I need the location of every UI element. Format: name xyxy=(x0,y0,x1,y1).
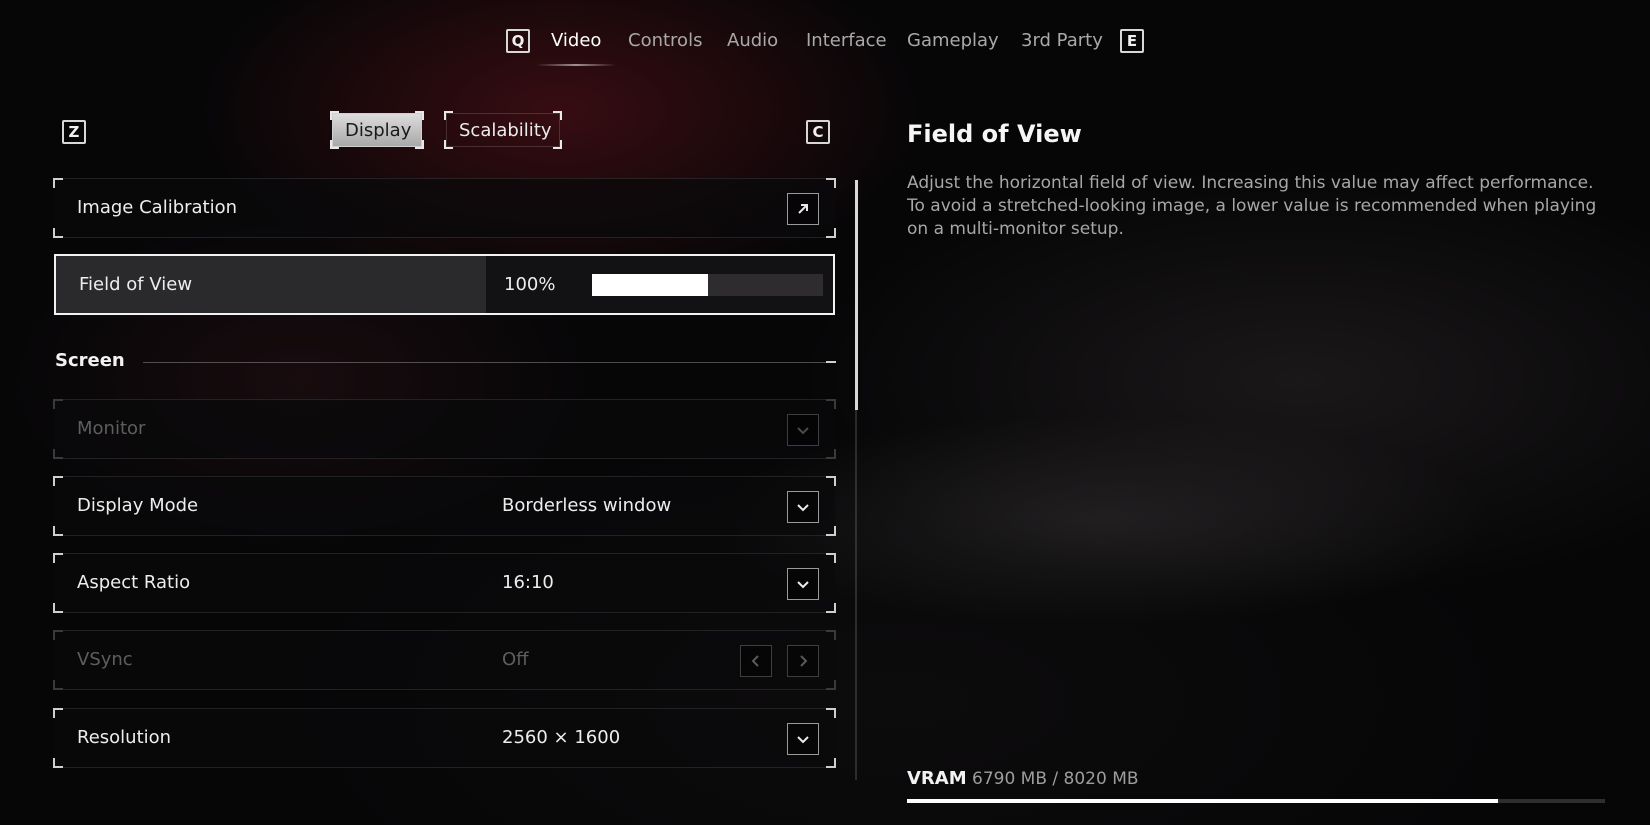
fov-slider-fill xyxy=(592,274,708,296)
setting-aspect-ratio[interactable]: Aspect Ratio 16:10 xyxy=(53,553,836,613)
section-title-screen: Screen xyxy=(55,350,125,371)
corner-mark xyxy=(53,399,63,409)
corner-mark xyxy=(53,603,63,613)
tab-controls[interactable]: Controls xyxy=(628,30,702,51)
resolution-value: 2560 × 1600 xyxy=(502,727,621,748)
vram-label: VRAM xyxy=(907,768,967,789)
setting-label: Resolution xyxy=(77,727,172,748)
corner-mark xyxy=(53,449,63,459)
settings-scrollbar-thumb[interactable] xyxy=(855,180,858,410)
corner-mark xyxy=(826,476,836,486)
vram-usage-fill xyxy=(907,799,1498,803)
corner-mark xyxy=(826,399,836,409)
setting-label: Display Mode xyxy=(77,495,199,516)
subtab-scalability-label: Scalability xyxy=(459,120,552,141)
q-key-hint[interactable]: Q xyxy=(506,29,530,53)
setting-display-mode[interactable]: Display Mode Borderless window xyxy=(53,476,836,536)
corner-mark xyxy=(330,111,339,120)
section-divider xyxy=(143,362,835,363)
z-key-hint[interactable]: Z xyxy=(62,120,86,144)
corner-mark xyxy=(53,526,63,536)
vsync-prev-button xyxy=(740,645,772,677)
corner-mark xyxy=(826,603,836,613)
tab-video[interactable]: Video xyxy=(551,30,601,51)
setting-label: Monitor xyxy=(77,418,146,439)
tab-audio[interactable]: Audio xyxy=(727,30,778,51)
fov-value: 100% xyxy=(504,274,556,295)
settings-screen: Q Video Controls Audio Interface Gamepla… xyxy=(0,0,1650,825)
aspect-ratio-value: 16:10 xyxy=(502,572,554,593)
subtab-display-label: Display xyxy=(345,120,412,141)
corner-mark xyxy=(53,476,63,486)
corner-mark xyxy=(826,630,836,640)
corner-mark xyxy=(826,449,836,459)
setting-monitor: Monitor xyxy=(53,399,836,459)
corner-mark xyxy=(553,111,562,120)
open-calibration-button[interactable] xyxy=(787,193,819,225)
setting-image-calibration[interactable]: Image Calibration xyxy=(53,178,836,238)
corner-mark xyxy=(826,680,836,690)
tab-gameplay[interactable]: Gameplay xyxy=(907,30,999,51)
setting-label: Field of View xyxy=(79,274,193,295)
aspect-ratio-dropdown-button[interactable] xyxy=(787,568,819,600)
corner-mark xyxy=(444,111,453,120)
display-mode-value: Borderless window xyxy=(502,495,672,516)
corner-mark xyxy=(826,553,836,563)
monitor-dropdown-button xyxy=(787,414,819,446)
corner-mark xyxy=(826,228,836,238)
corner-mark xyxy=(415,111,424,120)
resolution-dropdown-button[interactable] xyxy=(787,723,819,755)
corner-mark xyxy=(415,140,424,149)
tab-3rd-party[interactable]: 3rd Party xyxy=(1021,30,1103,51)
corner-mark xyxy=(826,526,836,536)
subtab-scalability[interactable]: Scalability xyxy=(444,111,562,149)
setting-label: VSync xyxy=(77,649,133,670)
setting-resolution[interactable]: Resolution 2560 × 1600 xyxy=(53,708,836,768)
detail-description: Adjust the horizontal field of view. Inc… xyxy=(907,173,1597,239)
top-tab-bar: Q Video Controls Audio Interface Gamepla… xyxy=(0,24,1650,68)
corner-mark xyxy=(826,758,836,768)
vram-usage-bar xyxy=(907,799,1605,803)
corner-mark xyxy=(330,140,339,149)
setting-vsync: VSync Off xyxy=(53,630,836,690)
corner-mark xyxy=(53,553,63,563)
corner-mark xyxy=(553,140,562,149)
corner-mark xyxy=(53,680,63,690)
corner-mark xyxy=(53,228,63,238)
vsync-value: Off xyxy=(502,649,529,670)
setting-label: Image Calibration xyxy=(77,197,238,218)
display-mode-dropdown-button[interactable] xyxy=(787,491,819,523)
c-key-hint[interactable]: C xyxy=(806,120,830,144)
detail-title: Field of View xyxy=(907,120,1082,148)
corner-mark xyxy=(826,178,836,188)
setting-label: Aspect Ratio xyxy=(77,572,191,593)
corner-mark xyxy=(53,758,63,768)
active-tab-underline xyxy=(536,64,616,66)
corner-mark xyxy=(53,630,63,640)
tab-interface[interactable]: Interface xyxy=(806,30,887,51)
e-key-hint[interactable]: E xyxy=(1120,29,1144,53)
vram-value: 6790 MB / 8020 MB xyxy=(972,769,1139,789)
corner-mark xyxy=(53,178,63,188)
corner-mark xyxy=(826,708,836,718)
section-divider-cap xyxy=(826,361,836,363)
subtab-display[interactable]: Display xyxy=(330,111,424,149)
vsync-next-button xyxy=(787,645,819,677)
corner-mark xyxy=(444,140,453,149)
fov-slider[interactable] xyxy=(592,274,823,296)
setting-field-of-view[interactable]: Field of View 100% xyxy=(54,254,835,315)
corner-mark xyxy=(53,708,63,718)
